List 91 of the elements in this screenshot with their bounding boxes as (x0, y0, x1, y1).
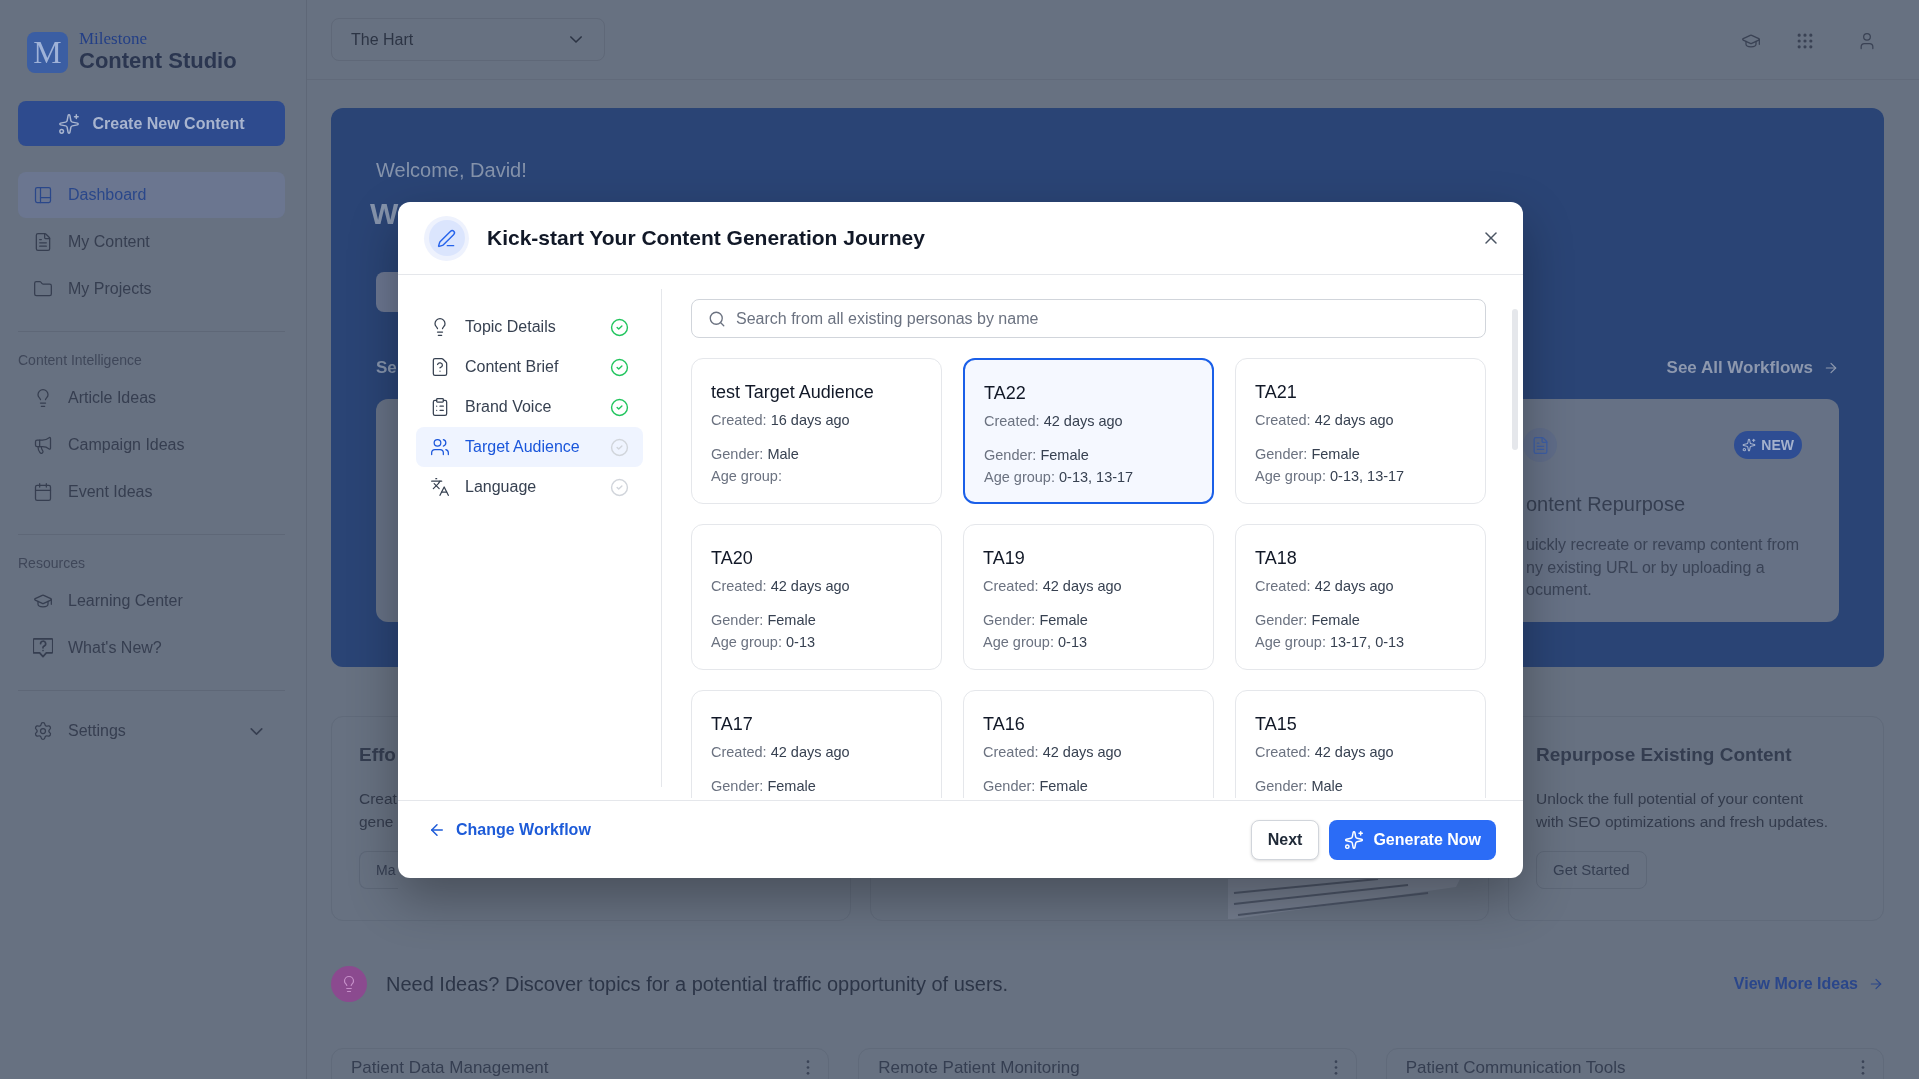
sparkle-icon (1742, 438, 1757, 452)
persona-detail: Gender: Male (711, 445, 799, 463)
persona-detail: Age group: (711, 467, 782, 485)
modal-title: Kick-start Your Content Generation Journey (487, 225, 925, 252)
input-field[interactable] (376, 272, 398, 312)
apps-grid-icon[interactable] (1795, 31, 1815, 51)
more-options-icon[interactable] (1333, 1060, 1338, 1075)
step-item[interactable]: Topic Details (416, 307, 643, 347)
megaphone-icon (33, 435, 53, 455)
document-icon (33, 232, 53, 252)
persona-detail: Age group: 0-13 (983, 633, 1087, 651)
persona-name: TA21 (1255, 381, 1297, 403)
document-icon (1523, 428, 1557, 462)
persona-detail: Gender: Female (1255, 445, 1360, 463)
persona-name: TA20 (711, 547, 753, 569)
persona-card[interactable]: TA15 Created: 42 days ago Gender: Male (1235, 690, 1486, 798)
badge-text: NEW (1761, 435, 1794, 455)
persona-card[interactable]: TA21 Created: 42 days ago Gender: Female Age group: 0-13, 13-17 (1235, 358, 1486, 504)
arrow-right-icon (1823, 360, 1839, 376)
step-item[interactable]: Content Brief (416, 347, 643, 387)
greeting: Welcome, David! (376, 158, 527, 182)
product-name: Content Studio (79, 48, 237, 74)
persona-card[interactable]: TA20 Created: 42 days ago Gender: Female Age group: 0-13 (691, 524, 942, 670)
brand-name: Milestone (79, 30, 147, 48)
see-all-workflows-link[interactable]: See All Workflows (1666, 355, 1839, 381)
hero-heading: W (370, 196, 399, 232)
folder-icon (33, 279, 53, 299)
lightbulb-icon (331, 966, 367, 1002)
persona-card[interactable]: TA22 Created: 42 days ago Gender: Female Age group: 0-13, 13-17 (963, 358, 1214, 504)
layout-icon (33, 185, 53, 205)
site-selector[interactable]: The Hart (331, 18, 605, 61)
search-field[interactable]: Search from all existing personas by name (691, 299, 1486, 338)
persona-name: TA18 (1255, 547, 1297, 569)
calendar-icon (33, 482, 53, 502)
persona-detail: Created: 42 days ago (1255, 577, 1394, 595)
persona-name: TA19 (983, 547, 1025, 569)
persona-detail: Gender: Female (983, 777, 1088, 795)
persona-name: test Target Audience (711, 381, 874, 403)
persona-card[interactable]: TA19 Created: 42 days ago Gender: Female Age group: 0-13 (963, 524, 1214, 670)
users-icon (430, 437, 450, 457)
persona-detail: Created: 42 days ago (983, 577, 1122, 595)
persona-card[interactable]: test Target Audience Created: 16 days ago Gender: Male Age group: (691, 358, 942, 504)
logo-mark: M (27, 31, 68, 73)
settings-icon (33, 721, 53, 741)
persona-detail: Created: 42 days ago (711, 743, 850, 761)
persona-detail: Gender: Male (1255, 777, 1343, 795)
persona-detail: Gender: Female (1255, 611, 1360, 629)
persona-detail: Created: 42 days ago (983, 743, 1122, 761)
ideas-prompt: Need Ideas? Discover topics for a potential traffic opportunity of users. (386, 972, 1009, 997)
persona-detail: Created: 42 days ago (1255, 743, 1394, 761)
persona-name: TA15 (1255, 713, 1297, 735)
help-bubble-icon (33, 638, 53, 658)
generate-now-button[interactable]: Generate Now (1329, 820, 1496, 860)
step-item[interactable]: Language (416, 467, 643, 507)
persona-card[interactable]: TA17 Created: 42 days ago Gender: Female (691, 690, 942, 798)
create-new-content-button[interactable]: Create New Content (18, 101, 285, 146)
step-item[interactable]: Target Audience (416, 427, 643, 467)
persona-detail: Created: 42 days ago (984, 412, 1123, 430)
persona-detail: Age group: 0-13, 13-17 (984, 468, 1134, 486)
clipboard-icon (430, 397, 450, 417)
search-icon (708, 309, 726, 328)
next-button[interactable]: Next (1250, 820, 1320, 860)
persona-detail: Gender: Female (984, 446, 1089, 464)
more-options-icon[interactable] (806, 1060, 811, 1075)
change-workflow-link[interactable]: Change Workflow (428, 820, 591, 840)
persona-detail: Age group: 13-17, 0-13 (1255, 633, 1405, 651)
workflow-card[interactable] (376, 399, 398, 622)
chevron-down-icon (570, 36, 582, 43)
persona-detail: Age group: 0-13 (711, 633, 815, 651)
more-options-icon[interactable] (1861, 1060, 1865, 1075)
scrollbar[interactable] (1512, 309, 1518, 450)
persona-detail: Created: 42 days ago (1255, 411, 1394, 429)
persona-detail: Gender: Female (711, 777, 816, 795)
sparkle-icon (58, 112, 81, 135)
translate-icon (430, 477, 450, 497)
arrow-right-icon (1868, 976, 1884, 992)
persona-detail: Gender: Female (983, 611, 1088, 629)
pen-icon (424, 215, 469, 261)
document-question-icon (430, 357, 450, 377)
section-heading: Se (376, 357, 397, 380)
persona-card[interactable]: TA16 Created: 42 days ago Gender: Female (963, 690, 1214, 798)
persona-detail: Gender: Female (711, 611, 816, 629)
sparkle-icon (1344, 830, 1365, 850)
persona-name: TA16 (983, 713, 1025, 735)
step-item[interactable]: Brand Voice (416, 387, 643, 427)
persona-card[interactable]: TA18 Created: 42 days ago Gender: Female Age group: 13-17, 0-13 (1235, 524, 1486, 670)
persona-detail: Age group: 0-13, 13-17 (1255, 467, 1405, 485)
persona-detail: Created: 16 days ago (711, 411, 850, 429)
persona-detail: Created: 42 days ago (711, 577, 850, 595)
persona-name: TA22 (984, 382, 1026, 404)
persona-name: TA17 (711, 713, 753, 735)
